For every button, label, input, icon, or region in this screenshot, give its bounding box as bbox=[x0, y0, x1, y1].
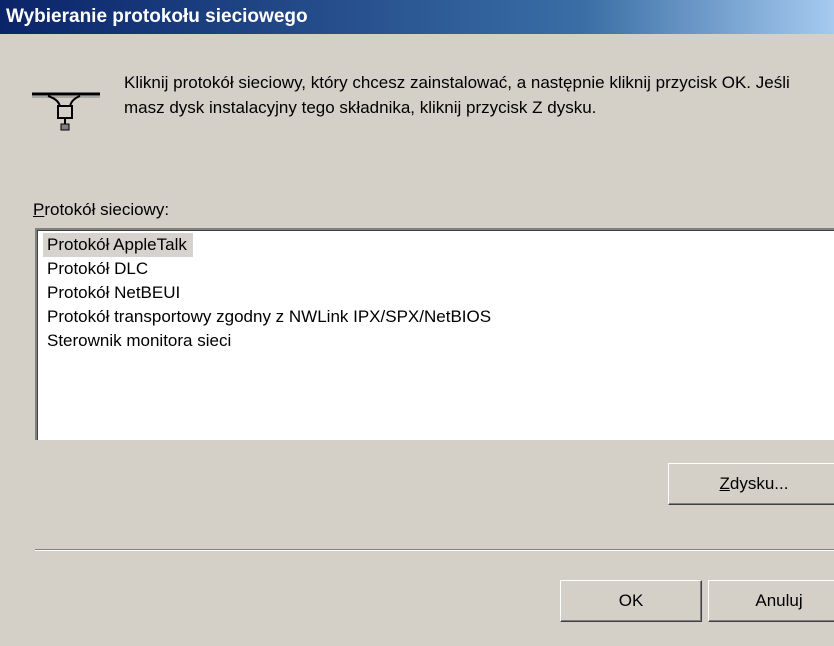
list-item-appletalk[interactable]: Protokół AppleTalk bbox=[43, 233, 193, 257]
list-item-netbeui[interactable]: Protokół NetBEUI bbox=[43, 281, 834, 305]
separator bbox=[35, 549, 834, 551]
protocol-list-label-accel: P bbox=[33, 200, 45, 219]
instruction-text: Kliknij protokół sieciowy, który chcesz … bbox=[124, 73, 790, 117]
protocol-list-label: Protokół sieciowy: bbox=[33, 200, 169, 220]
have-disk-button[interactable]: Z dysku... bbox=[668, 463, 834, 505]
list-item-dlc[interactable]: Protokół DLC bbox=[43, 257, 834, 281]
have-disk-label: dysku... bbox=[729, 474, 789, 493]
title-bar[interactable]: Wybieranie protokołu sieciowego bbox=[0, 0, 834, 34]
list-item-network-monitor[interactable]: Sterownik monitora sieci bbox=[43, 329, 834, 353]
cancel-button[interactable]: Anuluj bbox=[708, 580, 834, 622]
have-disk-accel: Z bbox=[719, 474, 730, 493]
list-item-nwlink[interactable]: Protokół transportowy zgodny z NWLink IP… bbox=[43, 305, 834, 329]
window-title: Wybieranie protokołu sieciowego bbox=[6, 6, 308, 27]
protocol-list-label-rest: rotokół sieciowy: bbox=[44, 200, 170, 219]
protocol-listbox[interactable]: Protokół AppleTalk Protokół DLC Protokół… bbox=[35, 228, 834, 440]
network-protocol-icon bbox=[30, 82, 102, 132]
ok-button[interactable]: OK bbox=[560, 580, 702, 622]
